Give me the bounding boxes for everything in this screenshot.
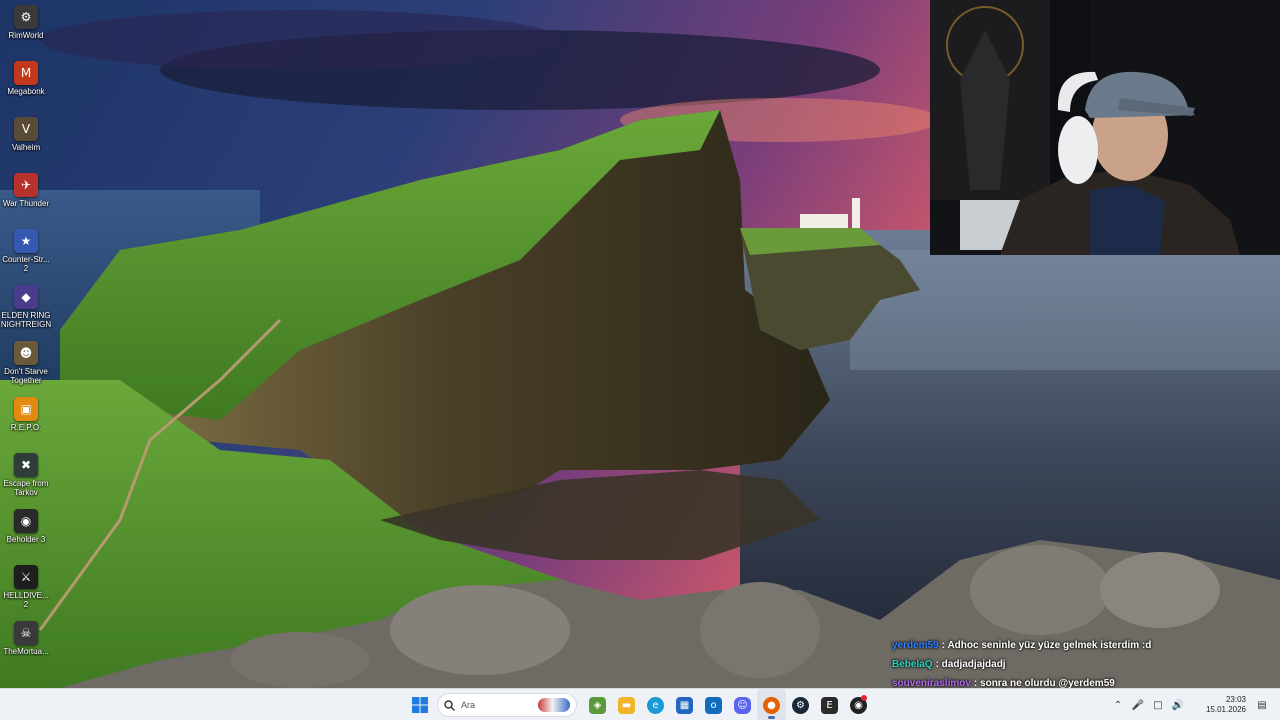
start-button[interactable] xyxy=(407,689,433,720)
chat-text: : Adhoc seninle yüz yüze gelmek isterdim… xyxy=(941,640,1152,651)
taskbar-epic-games[interactable]: E xyxy=(815,689,844,720)
stream-chat: yerdem59 : Adhoc seninle yüz yüze gelmek… xyxy=(892,636,1272,693)
desktop-icon-label: Escape from Tarkov xyxy=(3,479,49,497)
microphone-icon[interactable]: 🎤 xyxy=(1128,689,1148,720)
desktop-icon-valheim[interactable]: V Valheim xyxy=(0,117,52,152)
chat-text: : dadjadjajdadj xyxy=(935,659,1006,670)
chat-username: BebelaQ xyxy=(892,659,933,670)
tray-overflow-chevron-icon[interactable]: ⌃ xyxy=(1108,689,1128,720)
desktop-icon-label: Megabonk xyxy=(7,87,45,96)
beholder-icon: ◉ xyxy=(14,509,38,533)
desktop-icon-label: TheMortua... xyxy=(3,647,49,656)
outlook-icon: o xyxy=(705,696,722,714)
taskbar-center: Ara ◈ ▬ e ▦ o ☺ ● ⚙ E ◉ xyxy=(407,689,873,720)
taskbar-outlook[interactable]: o xyxy=(699,689,728,720)
taskbar-search[interactable]: Ara xyxy=(437,693,577,717)
clock-time: 23:03 xyxy=(1225,695,1246,704)
megabonk-icon: M xyxy=(14,61,38,85)
network-icon[interactable]: □ xyxy=(1148,689,1168,720)
taskbar-obs[interactable]: ◉ xyxy=(844,689,873,720)
elden-ring-icon: ◆ xyxy=(14,285,38,309)
desktop-icon-label: R.E.P.O. xyxy=(10,423,42,432)
desktop-icon-label: War Thunder xyxy=(2,199,50,208)
taskbar: Ara ◈ ▬ e ▦ o ☺ ● ⚙ E ◉ ⌃ 🎤 □ 🔊 23:03 15… xyxy=(0,688,1280,720)
discord-icon: ☺ xyxy=(734,696,751,714)
desktop-icon-label: Don't Starve Together xyxy=(4,367,48,385)
helldivers-icon: ⚔ xyxy=(14,565,38,589)
volume-icon[interactable]: 🔊 xyxy=(1168,689,1188,720)
search-icon xyxy=(444,699,455,711)
counter-strike-icon: ★ xyxy=(14,229,38,253)
taskbar-steam[interactable]: ⚙ xyxy=(786,689,815,720)
taskbar-discord[interactable]: ☺ xyxy=(728,689,757,720)
desktop-icon-war-thunder[interactable]: ✈ War Thunder xyxy=(0,173,52,208)
edge-browser-icon: e xyxy=(647,696,664,714)
desktop-icon-label: HELLDIVE... 2 xyxy=(3,591,49,609)
dont-starve-icon: ☻ xyxy=(14,341,38,365)
clock-date: 15.01.2026 xyxy=(1205,705,1246,714)
desktop-icon-beholder[interactable]: ◉ Beholder 3 xyxy=(0,509,52,544)
taskbar-app-1[interactable]: ◈ xyxy=(583,689,612,720)
chat-message: BebelaQ : dadjadjajdadj xyxy=(892,655,1272,674)
valheim-icon: V xyxy=(14,117,38,141)
desktop-icon-counter-strike[interactable]: ★ Counter-Str... 2 xyxy=(0,229,52,273)
desktop-icon-label: Beholder 3 xyxy=(6,535,46,544)
desktop-icon-rimworld[interactable]: ⚙ RimWorld xyxy=(0,5,52,40)
search-placeholder: Ara xyxy=(461,700,476,710)
desktop-icon-tarkov[interactable]: ✖ Escape from Tarkov xyxy=(0,453,52,497)
taskbar-file-explorer[interactable]: ▬ xyxy=(612,689,641,720)
desktop-icon-elden-ring[interactable]: ◆ ELDEN RING NIGHTREIGN xyxy=(0,285,52,329)
microsoft-store-icon: ▦ xyxy=(676,696,693,714)
chat-message: yerdem59 : Adhoc seninle yüz yüze gelmek… xyxy=(892,636,1272,655)
taskbar-store[interactable]: ▦ xyxy=(670,689,699,720)
desktop-icon-label: Valheim xyxy=(11,143,41,152)
repo-icon: ▣ xyxy=(14,397,38,421)
epic-games-icon: E xyxy=(821,696,838,714)
chrome-like-app-icon: ◈ xyxy=(589,696,606,714)
war-thunder-icon: ✈ xyxy=(14,173,38,197)
desktop-icon-megabonk[interactable]: M Megabonk xyxy=(0,61,52,96)
desktop-icon-helldivers[interactable]: ⚔ HELLDIVE... 2 xyxy=(0,565,52,609)
search-highlight-icon xyxy=(538,698,570,712)
file-explorer-icon: ▬ xyxy=(618,696,635,714)
notification-center-icon[interactable]: ▤ xyxy=(1252,689,1272,720)
webcam-overlay xyxy=(930,0,1280,255)
desktop-icon-dont-starve[interactable]: ☻ Don't Starve Together xyxy=(0,341,52,385)
firefox-icon: ● xyxy=(763,696,780,714)
tarkov-icon: ✖ xyxy=(14,453,38,477)
mortuary-icon: ☠ xyxy=(14,621,38,645)
active-indicator xyxy=(768,716,775,719)
notification-badge xyxy=(861,695,867,701)
taskbar-firefox[interactable]: ● xyxy=(757,689,786,720)
system-tray: ⌃ 🎤 □ 🔊 23:03 15.01.2026 ▤ xyxy=(1108,689,1272,720)
taskbar-edge[interactable]: e xyxy=(641,689,670,720)
steam-icon: ⚙ xyxy=(792,696,809,714)
windows-logo-icon xyxy=(412,697,428,713)
rimworld-icon: ⚙ xyxy=(14,5,38,29)
desktop-icon-label: ELDEN RING NIGHTREIGN xyxy=(0,311,52,329)
chat-username: yerdem59 xyxy=(892,640,939,651)
taskbar-clock[interactable]: 23:03 15.01.2026 xyxy=(1192,695,1246,715)
desktop-icon-label: RimWorld xyxy=(8,31,44,40)
desktop-icon-repo[interactable]: ▣ R.E.P.O. xyxy=(0,397,52,432)
desktop-icon-label: Counter-Str... 2 xyxy=(2,255,50,273)
desktop-icon-mortuary[interactable]: ☠ TheMortua... xyxy=(0,621,52,656)
